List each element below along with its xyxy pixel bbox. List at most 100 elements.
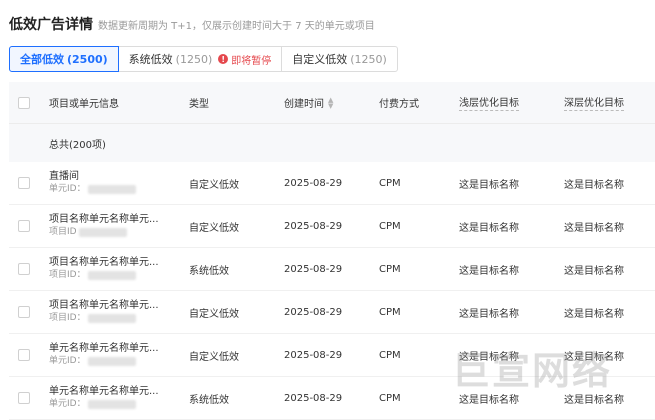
item-name[interactable]: 单元名称单元名称单元... <box>49 342 159 355</box>
item-id-label: 单元ID： <box>49 356 86 366</box>
type-cell: 自定义低效 <box>189 222 239 234</box>
tab-all-inefficient[interactable]: 全部低效 (2500) <box>9 46 119 72</box>
type-cell: 自定义低效 <box>189 179 239 191</box>
time-cell: 2025-08-29 <box>284 306 343 318</box>
redacted-id <box>87 357 136 366</box>
item-id-label: 单元ID： <box>49 184 86 194</box>
row-checkbox[interactable] <box>18 392 30 404</box>
item-id-label: 单元ID： <box>49 399 86 409</box>
tab-count: (1250) <box>350 52 387 66</box>
tab-custom-inefficient[interactable]: 自定义低效 (1250) <box>281 46 398 72</box>
name-cell: 项目名称单元名称单元... 项目ID： <box>49 248 159 290</box>
tab-label: 全部低效 <box>20 53 64 66</box>
sort-icon[interactable]: ▲ ▼ <box>328 96 333 109</box>
item-id: 单元ID： <box>49 183 136 196</box>
name-cell: 项目名称单元名称单元... 项目ID <box>49 205 159 247</box>
name-block: 项目名称单元名称单元... 项目ID <box>49 213 159 239</box>
table-row: 直播间 单元ID： 自定义低效 2025-08-29 CPM 这是目标名称 这是… <box>9 162 655 205</box>
pay-cell: CPM <box>379 263 401 275</box>
row-checkbox[interactable] <box>18 220 30 232</box>
item-id-label: 项目ID： <box>49 270 86 280</box>
item-name[interactable]: 项目名称单元名称单元... <box>49 256 159 269</box>
redacted-id <box>87 400 136 409</box>
warning-text: 即将暂停 <box>231 55 272 67</box>
name-block: 单元名称单元名称单元... 单元ID： <box>49 385 159 411</box>
column-header-name: 项目或单元信息 <box>49 99 119 110</box>
item-name[interactable]: 项目名称单元名称单元... <box>49 213 159 226</box>
name-block: 直播间 单元ID： <box>49 170 136 196</box>
shallow-goal-cell: 这是目标名称 <box>459 308 519 320</box>
tab-count: (1250) <box>175 52 213 66</box>
time-cell: 2025-08-29 <box>284 220 343 232</box>
pay-cell: CPM <box>379 392 401 404</box>
table-row: 项目名称单元名称单元... 项目ID 自定义低效 2025-08-29 CPM … <box>9 205 655 248</box>
name-cell: 单元名称单元名称单元... 单元ID： <box>49 334 159 376</box>
column-header-shallow-label: 浅层优化目标 <box>459 94 519 111</box>
redacted-id <box>78 228 127 237</box>
shallow-goal-cell: 这是目标名称 <box>459 222 519 234</box>
deep-goal-cell: 这是目标名称 <box>564 265 624 277</box>
page-subtitle: 数据更新周期为 T+1，仅展示创建时间大于 7 天的单元或项目 <box>98 21 375 32</box>
filter-tabs: 全部低效 (2500) 系统低效 (1250) ! 即将暂停 自定义低效 (12… <box>9 46 398 72</box>
item-id: 单元ID： <box>49 355 159 368</box>
type-cell: 系统低效 <box>189 265 229 277</box>
column-header-time[interactable]: 创建时间 ▲ ▼ <box>284 82 333 123</box>
column-header-deep: 深层优化目标 <box>564 82 624 123</box>
table-row: 项目名称单元名称单元... 项目ID： 自定义低效 2025-08-29 CPM… <box>9 291 655 334</box>
type-cell: 系统低效 <box>189 394 229 406</box>
item-name[interactable]: 直播间 <box>49 170 136 183</box>
column-header-shallow: 浅层优化目标 <box>459 82 519 123</box>
pay-cell: CPM <box>379 220 401 232</box>
item-id: 项目ID： <box>49 312 159 325</box>
row-checkbox[interactable] <box>18 306 30 318</box>
item-id: 项目ID： <box>49 269 159 282</box>
time-cell: 2025-08-29 <box>284 177 343 189</box>
tab-label: 系统低效 <box>128 53 173 66</box>
redacted-id <box>87 185 136 194</box>
row-checkbox[interactable] <box>18 349 30 361</box>
time-cell: 2025-08-29 <box>284 392 343 404</box>
shallow-goal-cell: 这是目标名称 <box>459 179 519 191</box>
page-title: 低效广告详情 <box>9 17 93 33</box>
pay-cell: CPM <box>379 177 401 189</box>
type-cell: 自定义低效 <box>189 308 239 320</box>
item-name[interactable]: 项目名称单元名称单元... <box>49 299 159 312</box>
warning-badge: ! 即将暂停 <box>218 52 271 67</box>
watermark-logo: 巨宣网络 <box>452 349 613 393</box>
summary-row: 总共(200项) <box>9 123 655 162</box>
item-id-label: 项目ID： <box>49 313 86 323</box>
select-all-checkbox[interactable] <box>18 96 30 109</box>
pay-cell: CPM <box>379 349 401 361</box>
row-checkbox[interactable] <box>18 177 30 189</box>
column-header-time-label: 创建时间 <box>284 99 324 110</box>
name-cell: 项目名称单元名称单元... 项目ID： <box>49 291 159 333</box>
item-id-label: 项目ID <box>49 227 77 237</box>
time-cell: 2025-08-29 <box>284 263 343 275</box>
name-block: 单元名称单元名称单元... 单元ID： <box>49 342 159 368</box>
deep-goal-cell: 这是目标名称 <box>564 179 624 191</box>
name-block: 项目名称单元名称单元... 项目ID： <box>49 299 159 325</box>
summary-text: 总共(200项) <box>49 139 106 151</box>
tab-system-inefficient[interactable]: 系统低效 (1250) ! 即将暂停 <box>117 46 283 72</box>
shallow-goal-cell: 这是目标名称 <box>459 265 519 277</box>
item-id: 项目ID <box>49 226 159 239</box>
table-header: 项目或单元信息 类型 创建时间 ▲ ▼ 付费方式 浅层优化目标 深层优化目标 <box>9 82 655 123</box>
item-id: 单元ID： <box>49 398 159 411</box>
time-cell: 2025-08-29 <box>284 349 343 361</box>
deep-goal-cell: 这是目标名称 <box>564 222 624 234</box>
redacted-id <box>87 314 136 323</box>
column-header-deep-label: 深层优化目标 <box>564 94 624 111</box>
name-block: 项目名称单元名称单元... 项目ID： <box>49 256 159 282</box>
type-cell: 自定义低效 <box>189 351 239 363</box>
pay-cell: CPM <box>379 306 401 318</box>
tab-label: 自定义低效 <box>292 53 348 66</box>
column-header-pay: 付费方式 <box>379 99 419 110</box>
row-checkbox[interactable] <box>18 263 30 275</box>
deep-goal-cell: 这是目标名称 <box>564 308 624 320</box>
tab-count: (2500) <box>67 52 108 66</box>
name-cell: 单元名称单元名称单元... 单元ID： <box>49 377 159 419</box>
column-header-type: 类型 <box>189 99 209 110</box>
table-row: 项目名称单元名称单元... 项目ID： 系统低效 2025-08-29 CPM … <box>9 248 655 291</box>
name-cell: 直播间 单元ID： <box>49 162 136 204</box>
item-name[interactable]: 单元名称单元名称单元... <box>49 385 159 398</box>
